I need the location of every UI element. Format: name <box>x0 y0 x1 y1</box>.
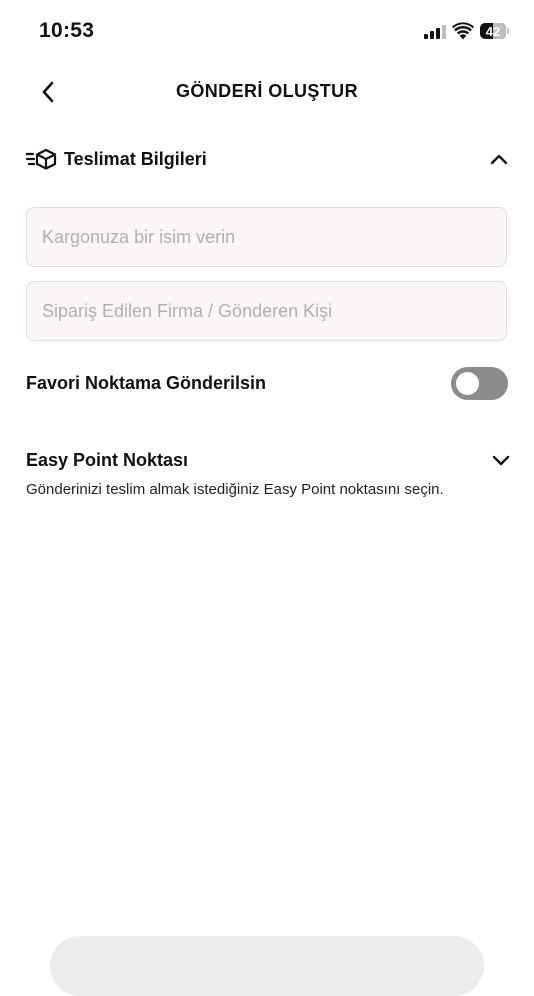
cellular-signal-icon <box>424 23 446 39</box>
toggle-knob <box>456 372 479 395</box>
page-title: GÖNDERİ OLUŞTUR <box>175 81 358 101</box>
wifi-icon <box>452 22 474 40</box>
fast-delivery-box-icon <box>26 147 58 171</box>
chevron-down-icon <box>492 455 510 466</box>
favorite-point-label: Favori Noktama Gönderilsin <box>26 373 267 393</box>
bottom-action-button[interactable] <box>50 936 484 996</box>
battery-level: 42 <box>480 23 506 39</box>
battery-percent: 42 <box>485 23 501 39</box>
cargo-name-input[interactable] <box>26 207 507 267</box>
easy-point-expand-button[interactable] <box>488 448 514 474</box>
easy-point-description: Gönderinizi teslim almak istediğiniz Eas… <box>26 481 444 498</box>
chevron-up-icon <box>490 154 508 165</box>
easy-point-title: Easy Point Noktası <box>26 450 189 470</box>
status-time: 10:53 <box>39 19 95 42</box>
favorite-point-toggle[interactable] <box>451 367 508 400</box>
battery-icon: 42 <box>480 23 510 40</box>
sender-input[interactable] <box>26 281 507 341</box>
section-title: Teslimat Bilgileri <box>64 148 207 169</box>
status-bar: 10:53 42 <box>0 0 534 64</box>
delivery-info-section-header[interactable]: Teslimat Bilgileri <box>26 144 512 174</box>
favorite-point-row: Favori Noktama Gönderilsin <box>26 366 508 402</box>
collapse-button[interactable] <box>486 146 512 172</box>
status-icons: 42 <box>424 22 510 40</box>
header: GÖNDERİ OLUŞTUR <box>0 64 534 120</box>
